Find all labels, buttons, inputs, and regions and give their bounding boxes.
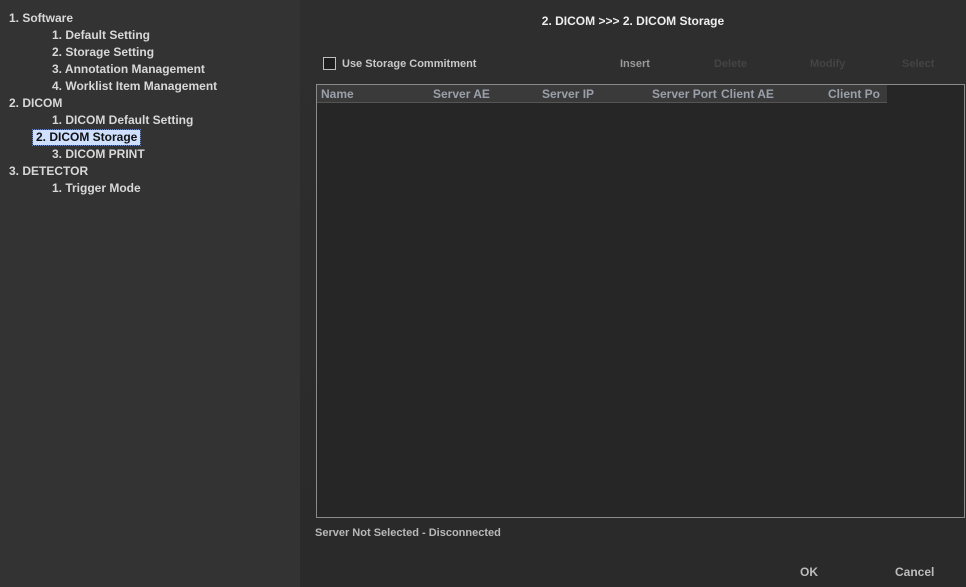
select-button[interactable]: Select <box>902 58 934 70</box>
tree-item-dicom-storage[interactable]: 2. DICOM Storage <box>31 129 142 146</box>
tree-item-detector[interactable]: 3. DETECTOR <box>9 164 88 179</box>
tree-item-dicom[interactable]: 2. DICOM <box>9 96 62 111</box>
column-header-server-ae[interactable]: Server AE <box>433 87 490 101</box>
storage-commitment-checkbox[interactable] <box>323 57 336 70</box>
column-header-name[interactable]: Name <box>321 87 354 101</box>
column-header-client-port[interactable]: Client Po <box>828 87 880 101</box>
tree-item-default-setting[interactable]: 1. Default Setting <box>52 28 150 43</box>
delete-button[interactable]: Delete <box>714 58 747 70</box>
tree-item-software[interactable]: 1. Software <box>9 11 73 26</box>
table-header: Name Server AE Server IP Server Port Cli… <box>317 85 887 103</box>
tree-item-dicom-default-setting[interactable]: 1. DICOM Default Setting <box>52 113 193 128</box>
tree-item-dicom-print[interactable]: 3. DICOM PRINT <box>52 147 145 162</box>
main-panel: 2. DICOM >>> 2. DICOM Storage Use Storag… <box>300 0 966 587</box>
tree-item-storage-setting[interactable]: 2. Storage Setting <box>52 45 154 60</box>
ok-button[interactable]: OK <box>800 565 818 579</box>
column-header-client-ae[interactable]: Client AE <box>721 87 774 101</box>
tree-item-trigger-mode[interactable]: 1. Trigger Mode <box>52 181 141 196</box>
tree-item-worklist-item-management[interactable]: 4. Worklist Item Management <box>52 79 217 94</box>
settings-tree: 1. Software 1. Default Setting 2. Storag… <box>0 0 300 587</box>
server-table[interactable]: Name Server AE Server IP Server Port Cli… <box>316 84 965 518</box>
tree-item-annotation-management[interactable]: 3. Annotation Management <box>52 62 205 77</box>
modify-button[interactable]: Modify <box>810 58 845 70</box>
storage-commitment-label: Use Storage Commitment <box>342 57 477 70</box>
column-header-server-port[interactable]: Server Port <box>652 87 717 101</box>
insert-button[interactable]: Insert <box>620 58 650 70</box>
cancel-button[interactable]: Cancel <box>895 565 934 579</box>
page-title: 2. DICOM >>> 2. DICOM Storage <box>541 14 725 28</box>
storage-commitment-toggle[interactable]: Use Storage Commitment <box>323 57 476 70</box>
connection-status: Server Not Selected - Disconnected <box>315 527 501 539</box>
column-header-server-ip[interactable]: Server IP <box>542 87 594 101</box>
